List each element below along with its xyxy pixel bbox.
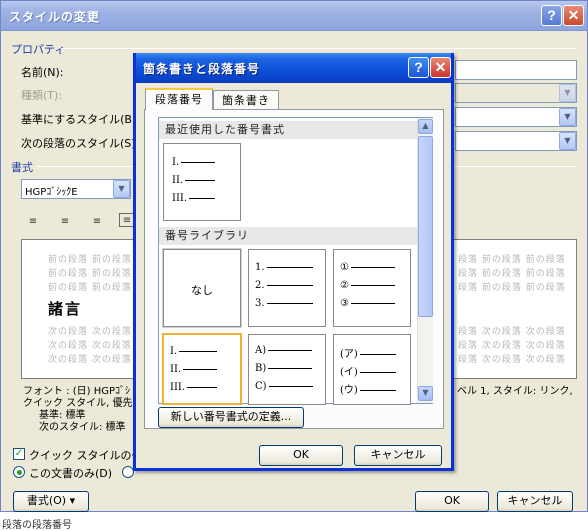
outer-titlebar: スタイルの変更 ? ✕ — [1, 1, 587, 31]
modal-cancel-button[interactable]: キャンセル — [354, 445, 442, 466]
scroll-up-icon[interactable]: ▲ — [418, 119, 433, 134]
name-field[interactable] — [455, 60, 577, 80]
chevron-down-icon: ▼ — [113, 180, 130, 198]
chevron-down-icon: ▼ — [559, 132, 576, 150]
scroll-down-icon[interactable]: ▼ — [418, 386, 433, 401]
define-new-format-button[interactable]: 新しい番号書式の定義... — [158, 407, 304, 428]
outer-help-button[interactable]: ? — [541, 5, 562, 26]
align-right-icon[interactable]: ≡ — [89, 215, 105, 229]
modal-help-button[interactable]: ? — [408, 57, 429, 78]
bullets-numbering-dialog: 箇条書きと段落番号 ? ✕ 段落番号 箇条書き 最近使用した番号書式 I. II… — [133, 53, 454, 471]
recent-line-3: III. — [172, 193, 216, 204]
properties-heading: プロパティ — [11, 43, 66, 56]
type-label: 種類(T): — [21, 89, 63, 102]
next-style-label: 次の段落のスタイル(S): — [21, 137, 140, 150]
font-select[interactable]: HGPｺﾞｼｯｸE ▼ — [21, 179, 131, 199]
format-heading: 書式 — [11, 161, 33, 174]
library-heading: 番号ライブラリ — [159, 227, 417, 245]
name-label: 名前(N): — [21, 66, 64, 79]
properties-divider — [61, 48, 577, 49]
type-select: ▼ — [455, 83, 577, 103]
chevron-down-icon: ▼ — [559, 84, 576, 102]
format-roman-selected[interactable]: I. II. III. — [162, 333, 242, 405]
close-icon: ✕ — [567, 7, 580, 23]
tab-numbering[interactable]: 段落番号 — [145, 88, 213, 110]
chevron-down-icon: ▼ — [559, 108, 576, 126]
format-arabic[interactable]: 1. 2. 3. — [248, 249, 326, 327]
recent-line-1: I. — [172, 157, 216, 168]
help-icon: ? — [547, 7, 556, 23]
preview-before-right-1: 段落 前の段落 前の段落 — [458, 255, 566, 265]
recent-line-2: II. — [172, 175, 216, 186]
numbering-tab-panel: 最近使用した番号書式 I. II. III. 番号ライブラリ なし 1. 2. … — [144, 109, 444, 429]
align-center-icon[interactable]: ≡ — [57, 215, 73, 229]
preview-after-right-3: 段落 次の段落 次の段落 — [458, 355, 566, 365]
modal-close-button[interactable]: ✕ — [430, 57, 451, 78]
outer-cancel-button[interactable]: キャンセル — [497, 491, 573, 512]
preview-before-right-3: 段落 前の段落 前の段落 — [458, 283, 566, 293]
quick-style-checkbox[interactable]: ✓ — [13, 448, 25, 460]
preview-after-right-2: 段落 次の段落 次の段落 — [458, 341, 566, 351]
modal-titlebar: 箇条書きと段落番号 ? ✕ — [136, 53, 451, 83]
desc-line-1-right: ベル 1, スタイル: リンク, — [457, 386, 573, 397]
this-doc-only-label: この文書のみ(D) — [29, 467, 113, 480]
outer-ok-button[interactable]: OK — [415, 491, 489, 512]
recent-format-roman[interactable]: I. II. III. — [163, 143, 241, 221]
format-none[interactable]: なし — [162, 248, 242, 328]
help-icon: ? — [414, 59, 423, 75]
base-style-select[interactable]: ▼ — [455, 107, 577, 127]
preview-before-right-2: 段落 前の段落 前の段落 — [458, 269, 566, 279]
preview-after-right-1: 段落 次の段落 次の段落 — [458, 327, 566, 337]
modal-ok-button[interactable]: OK — [259, 445, 343, 466]
outer-title: スタイルの変更 — [9, 10, 101, 24]
scroll-thumb[interactable] — [418, 136, 433, 317]
outer-close-button[interactable]: ✕ — [563, 5, 584, 26]
format-alpha-paren[interactable]: A) B) C) — [248, 334, 326, 405]
align-left-icon[interactable]: ≡ — [25, 215, 41, 229]
font-value: HGPｺﾞｼｯｸE — [25, 187, 78, 198]
format-circled[interactable]: ① ② ③ — [333, 249, 411, 327]
tab-bullets[interactable]: 箇条書き — [213, 90, 279, 110]
this-doc-only-radio[interactable] — [13, 466, 25, 478]
none-label: なし — [191, 284, 213, 297]
format-menu-button[interactable]: 書式(O) ▾ — [13, 491, 89, 512]
format-katakana-paren[interactable]: (ア) (イ) (ウ) — [333, 334, 411, 405]
numbering-gallery: 最近使用した番号書式 I. II. III. 番号ライブラリ なし 1. 2. … — [158, 117, 433, 405]
close-icon: ✕ — [434, 59, 447, 75]
next-style-select[interactable]: ▼ — [455, 131, 577, 151]
preview-sample-heading: 諸言 — [48, 300, 83, 318]
base-style-label: 基準にするスタイル(B): — [21, 113, 140, 126]
desc-line-4: 次のスタイル: 標準 — [39, 422, 126, 433]
gallery-scrollbar[interactable]: ▲ ▼ — [417, 118, 433, 403]
modal-title: 箇条書きと段落番号 — [143, 62, 261, 76]
recent-formats-heading: 最近使用した番号書式 — [159, 121, 417, 139]
